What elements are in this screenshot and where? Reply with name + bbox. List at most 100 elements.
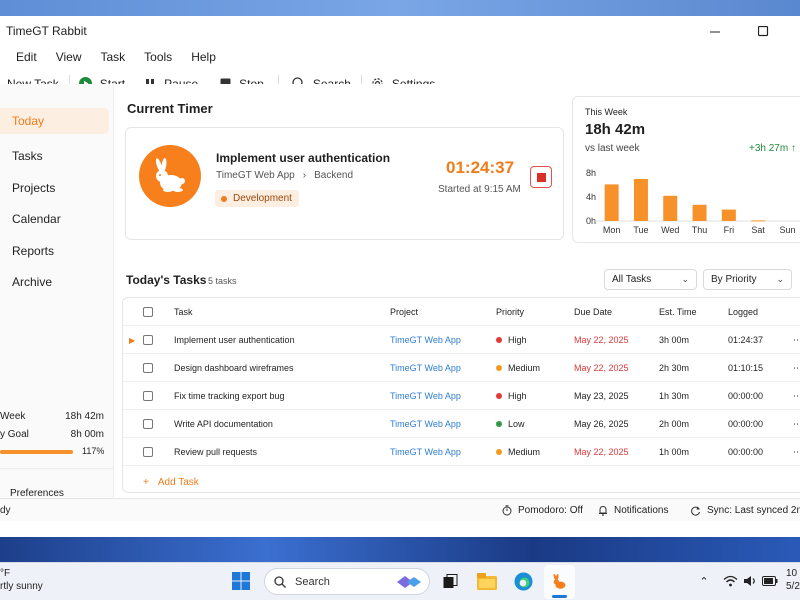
row-more-icon[interactable]: ⋯ [793, 382, 800, 410]
taskbar-search-label: Search [295, 575, 330, 588]
pomodoro-status[interactable]: Pomodoro: Off [502, 499, 583, 522]
goal-percent: 117% [82, 446, 105, 456]
x-tick-label: Tue [633, 225, 648, 235]
chevron-down-icon: ⌄ [681, 274, 689, 284]
start-button[interactable] [231, 571, 251, 591]
x-tick-label: Wed [661, 225, 679, 235]
sidebar-item-reports[interactable]: Reports [0, 238, 109, 264]
sidebar-item-archive[interactable]: Archive [0, 269, 109, 295]
row-checkbox[interactable] [143, 419, 153, 429]
menu-view[interactable]: View [56, 50, 82, 64]
column-header-logged[interactable]: Logged [728, 298, 758, 326]
timegt-rabbit-taskbar-icon[interactable] [544, 565, 575, 599]
menu-help[interactable]: Help [191, 50, 216, 64]
row-logged: 01:10:15 [728, 363, 764, 373]
chevron-up-icon[interactable]: ⌃ [698, 575, 710, 588]
wifi-icon[interactable] [722, 574, 738, 588]
taskbar-clock[interactable]: 10 5/2 [786, 567, 800, 593]
chevron-down-icon: ⌄ [776, 274, 784, 284]
select-all-checkbox[interactable] [143, 307, 153, 317]
table-row[interactable]: Write API documentation TimeGT Web App L… [123, 410, 800, 438]
speaker-icon[interactable] [742, 574, 758, 588]
row-project-link[interactable]: TimeGT Web App [390, 438, 461, 466]
goal-stat-value: 8h 00m [70, 429, 104, 440]
row-project-link[interactable]: TimeGT Web App [390, 354, 461, 382]
file-explorer-icon[interactable] [477, 571, 497, 591]
sidebar-item-today[interactable]: Today [0, 108, 109, 134]
row-logged: 00:00:00 [728, 419, 764, 429]
row-task: Design dashboard wireframes [174, 363, 294, 373]
rabbit-icon [553, 573, 565, 589]
current-timer-card: Implement user authentication TimeGT Web… [125, 127, 564, 240]
priority-dot-icon [496, 365, 502, 371]
rabbit-avatar [139, 145, 201, 207]
goal-progress-bar [0, 450, 73, 454]
weather-widget[interactable]: °F rtly sunny [0, 567, 43, 593]
sidebar-item-calendar[interactable]: Calendar [0, 206, 109, 232]
taskbar-search[interactable]: Search [264, 568, 430, 595]
table-header-row: Task Project Priority Due Date Est. Time… [123, 298, 800, 326]
maximize-button[interactable] [740, 16, 786, 46]
menu-bar: Edit View Task Tools Help [0, 46, 800, 68]
column-header-project[interactable]: Project [390, 298, 418, 326]
row-checkbox[interactable] [143, 363, 153, 373]
row-due-date: May 23, 2025 [574, 391, 629, 401]
battery-icon[interactable] [762, 574, 778, 588]
row-checkbox[interactable] [143, 335, 153, 345]
goal-stat-label: y Goal [0, 429, 29, 440]
priority-dot-icon [496, 393, 502, 399]
row-project-link[interactable]: TimeGT Web App [390, 410, 461, 438]
status-text: dy [0, 505, 11, 516]
notifications-status[interactable]: Notifications [598, 499, 668, 522]
task-view-icon[interactable] [442, 573, 459, 590]
task-filter-dropdown[interactable]: All Tasks ⌄ [604, 269, 697, 290]
table-row[interactable]: ▶ Implement user authentication TimeGT W… [123, 326, 800, 354]
row-more-icon[interactable]: ⋯ [793, 410, 800, 438]
timer-icon [502, 505, 512, 516]
row-more-icon[interactable]: ⋯ [793, 354, 800, 382]
this-week-total: 18h 42m [585, 121, 646, 138]
column-header-est-time[interactable]: Est. Time [659, 298, 697, 326]
menu-edit[interactable]: Edit [16, 50, 37, 64]
row-more-icon[interactable]: ⋯ [793, 438, 800, 466]
menu-task[interactable]: Task [100, 50, 125, 64]
active-task-play-icon: ▶ [129, 335, 136, 345]
plus-icon: + [143, 477, 149, 488]
add-task-button[interactable]: + Add Task [143, 477, 199, 488]
minimize-button[interactable] [692, 16, 738, 46]
edge-browser-icon[interactable] [513, 571, 533, 591]
timer-started: Started at 9:15 AM [438, 184, 521, 195]
timer-project: TimeGT Web App [216, 170, 295, 181]
desktop-wallpaper-bottom [0, 537, 800, 562]
row-priority: High [508, 391, 527, 401]
table-row[interactable]: Review pull requests TimeGT Web App Medi… [123, 438, 800, 466]
week-stat-label: Week [0, 411, 26, 422]
row-more-icon[interactable]: ⋯ [793, 326, 800, 354]
table-row[interactable]: Design dashboard wireframes TimeGT Web A… [123, 354, 800, 382]
tasks-count: 5 tasks [208, 276, 237, 286]
this-week-label: This Week [585, 107, 628, 117]
column-header-priority[interactable]: Priority [496, 298, 524, 326]
timer-elapsed: 01:24:37 [446, 158, 515, 177]
sync-status[interactable]: Sync: Last synced 2m ago [690, 499, 800, 522]
y-tick-label: 8h [586, 168, 596, 178]
column-header-task[interactable]: Task [174, 298, 193, 326]
sidebar-item-projects[interactable]: Projects [0, 175, 109, 201]
row-checkbox[interactable] [143, 391, 153, 401]
main-content: Current Timer Implement user authenticat… [114, 84, 800, 499]
sidebar-item-tasks[interactable]: Tasks [0, 143, 109, 169]
column-header-due-date[interactable]: Due Date [574, 298, 612, 326]
task-sort-dropdown[interactable]: By Priority ⌄ [703, 269, 792, 290]
row-project-link[interactable]: TimeGT Web App [390, 326, 461, 354]
row-est-time: 3h 00m [659, 335, 690, 345]
sidebar: Today Tasks Projects Calendar Reports Ar… [0, 84, 114, 499]
row-due-date: May 26, 2025 [574, 419, 629, 429]
stop-timer-button[interactable] [530, 166, 552, 188]
current-timer-heading: Current Timer [127, 101, 213, 116]
row-project-link[interactable]: TimeGT Web App [390, 382, 461, 410]
row-checkbox[interactable] [143, 447, 153, 457]
chart-bar-sat [751, 220, 766, 222]
table-row[interactable]: Fix time tracking export bug TimeGT Web … [123, 382, 800, 410]
menu-tools[interactable]: Tools [144, 50, 172, 64]
x-tick-label: Thu [692, 225, 708, 235]
